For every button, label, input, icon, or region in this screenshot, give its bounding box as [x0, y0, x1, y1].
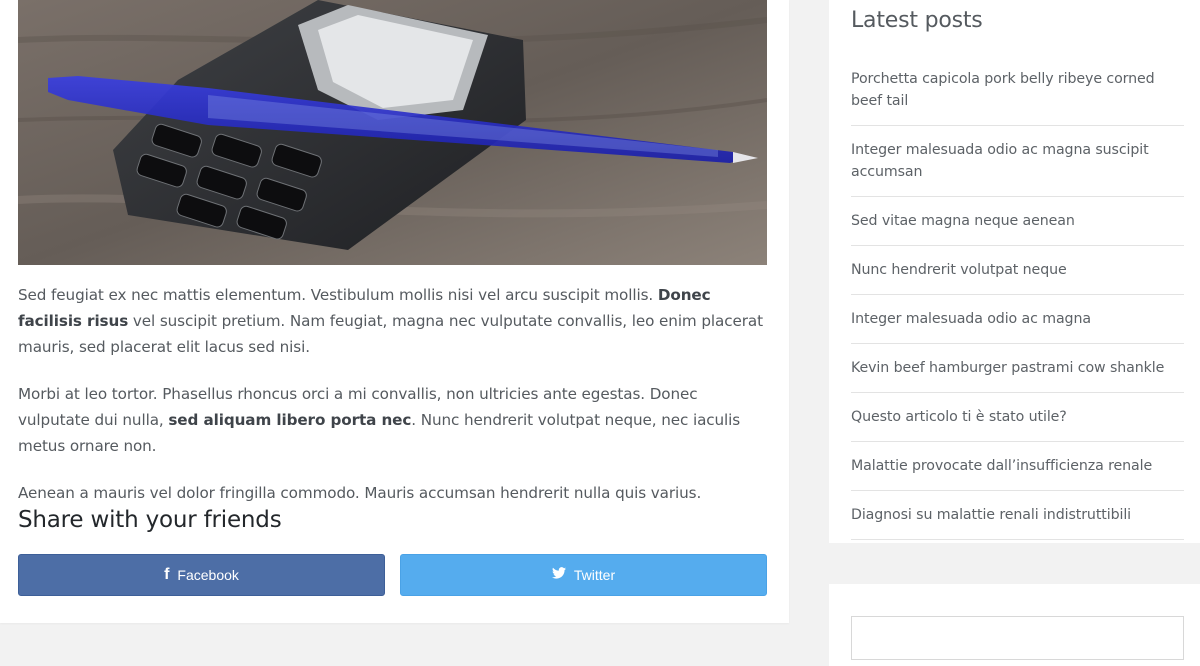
facebook-label: Facebook: [177, 567, 239, 583]
list-item[interactable]: Sed vitae magna neque aenean: [851, 197, 1184, 246]
article-card: Sed feugiat ex nec mattis elementum. Ves…: [0, 0, 789, 623]
twitter-label: Twitter: [573, 567, 616, 583]
list-item[interactable]: Integer malesuada odio ac magna suscipit…: [851, 126, 1184, 197]
twitter-icon: [551, 566, 566, 584]
facebook-share-button[interactable]: f Facebook: [18, 554, 385, 596]
featured-image: [18, 0, 767, 265]
paragraph-3: Aenean a mauris vel dolor fringilla comm…: [18, 480, 767, 506]
widget-title: Latest posts: [851, 8, 983, 33]
list-item[interactable]: Malattie provocate dall’insufficienza re…: [851, 442, 1184, 491]
search-input[interactable]: [851, 616, 1184, 660]
paragraph-1: Sed feugiat ex nec mattis elementum. Ves…: [18, 282, 767, 360]
paragraph-text: Sed feugiat ex nec mattis elementum. Ves…: [18, 286, 658, 304]
list-item[interactable]: Diagnosi su malattie renali indistruttib…: [851, 491, 1184, 540]
list-item[interactable]: Kevin beef hamburger pastrami cow shankl…: [851, 344, 1184, 393]
list-item[interactable]: Questo articolo ti è stato utile?: [851, 393, 1184, 442]
post-body: Sed feugiat ex nec mattis elementum. Ves…: [18, 282, 767, 527]
paragraph-2: Morbi at leo tortor. Phasellus rhoncus o…: [18, 381, 767, 459]
twitter-share-button[interactable]: Twitter: [400, 554, 767, 596]
search-widget: [829, 584, 1200, 666]
share-title: Share with your friends: [18, 507, 282, 533]
facebook-icon: f: [164, 566, 170, 583]
bold-text: sed aliquam libero porta nec: [168, 411, 412, 429]
list-item[interactable]: Nunc hendrerit volutpat neque: [851, 246, 1184, 295]
paragraph-text: vel suscipit pretium. Nam feugiat, magna…: [18, 312, 763, 356]
latest-posts-list: Porchetta capicola pork belly ribeye cor…: [851, 55, 1184, 540]
latest-posts-widget: Latest posts Porchetta capicola pork bel…: [829, 0, 1200, 543]
list-item[interactable]: Integer malesuada odio ac magna: [851, 295, 1184, 344]
paragraph-text: Aenean a mauris vel dolor fringilla comm…: [18, 484, 702, 502]
list-item[interactable]: Porchetta capicola pork belly ribeye cor…: [851, 55, 1184, 126]
